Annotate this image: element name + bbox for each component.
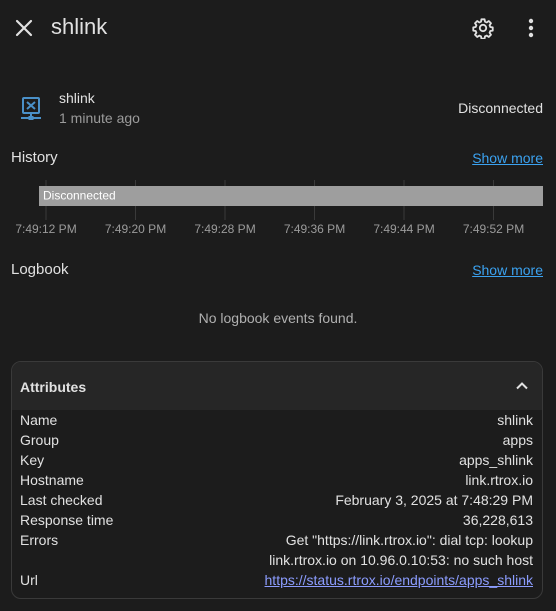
attributes-header[interactable]: Attributes <box>12 362 542 410</box>
history-timeline: Disconnected 7:49:12 PM 7:49:20 PM 7:49:28… <box>0 176 556 246</box>
attribute-row: Url https://status.rtrox.io/endpoints/ap… <box>12 570 542 590</box>
attribute-value: February 3, 2025 at 7:48:29 PM <box>335 492 533 508</box>
attribute-row: Group apps <box>12 430 542 450</box>
history-show-more-link[interactable]: Show more <box>472 150 543 166</box>
attribute-row: Name shlink <box>12 410 542 430</box>
timeline-tick-label: 7:49:44 PM <box>373 222 434 236</box>
timeline-bar-label: Disconnected <box>43 189 116 203</box>
attribute-key: Group <box>20 432 59 448</box>
attribute-key: Last checked <box>20 492 103 508</box>
dialog-title: shlink <box>51 14 108 39</box>
entity-state-row: shlink 1 minute ago Disconnected <box>0 86 556 130</box>
history-title: History <box>11 149 58 166</box>
attribute-value: apps <box>502 432 533 448</box>
timeline-tick-label: 7:49:28 PM <box>194 222 255 236</box>
settings-button[interactable] <box>469 14 497 42</box>
timeline-tick-label: 7:49:52 PM <box>463 222 524 236</box>
dialog-header: shlink <box>0 0 556 56</box>
gear-icon <box>472 18 494 39</box>
attribute-row: Errors Get "https://link.rtrox.io": dial… <box>12 530 542 570</box>
attributes-list: Name shlink Group apps Key apps_shlink H… <box>12 410 542 590</box>
attribute-value: shlink <box>497 412 533 428</box>
attribute-value-line: link.rtrox.io on 10.96.0.10:53: no such … <box>269 552 533 568</box>
attribute-value: 36,228,613 <box>462 512 533 528</box>
close-icon <box>15 19 33 37</box>
attribute-value: Get "https://link.rtrox.io": dial tcp: l… <box>233 530 533 570</box>
logbook-show-more-link[interactable]: Show more <box>472 262 543 278</box>
timeline-chart: Disconnected 7:49:12 PM 7:49:20 PM 7:49:28… <box>15 180 543 236</box>
attribute-value: apps_shlink <box>459 452 533 468</box>
logbook-title: Logbook <box>11 261 69 278</box>
attribute-key: Name <box>20 412 58 428</box>
attribute-key: Hostname <box>20 472 84 488</box>
attribute-row: Response time 36,228,613 <box>12 510 542 530</box>
attributes-panel: Attributes Name shlink Group apps Key ap… <box>11 361 543 599</box>
timeline-tick-label: 7:49:36 PM <box>284 222 345 236</box>
attribute-key: Errors <box>20 532 59 548</box>
entity-name: shlink <box>59 90 95 106</box>
attribute-value: link.rtrox.io <box>465 472 533 488</box>
more-vertical-icon <box>528 18 534 38</box>
timeline-tick-label: 7:49:20 PM <box>105 222 166 236</box>
attribute-key: Url <box>20 572 38 588</box>
attributes-title: Attributes <box>20 379 87 395</box>
attribute-row: Key apps_shlink <box>12 450 542 470</box>
attribute-value-line: Get "https://link.rtrox.io": dial tcp: l… <box>285 532 533 548</box>
endpoint-url-link[interactable]: https://status.rtrox.io/endpoints/apps_s… <box>265 572 533 588</box>
entity-state: Disconnected <box>458 100 543 116</box>
timeline-tick-label: 7:49:12 PM <box>15 222 76 236</box>
entity-last-changed: 1 minute ago <box>59 110 140 126</box>
attribute-key: Response time <box>20 512 114 528</box>
server-network-off-icon <box>21 97 41 120</box>
chevron-up-icon <box>516 382 528 390</box>
more-options-button[interactable] <box>517 14 545 42</box>
close-button[interactable] <box>10 14 38 42</box>
attribute-value: https://status.rtrox.io/endpoints/apps_s… <box>265 570 533 590</box>
logbook-empty-message: No logbook events found. <box>198 310 358 326</box>
attribute-row: Last checked February 3, 2025 at 7:48:29… <box>12 490 542 510</box>
attribute-row: Hostname link.rtrox.io <box>12 470 542 490</box>
attribute-key: Key <box>20 452 45 468</box>
